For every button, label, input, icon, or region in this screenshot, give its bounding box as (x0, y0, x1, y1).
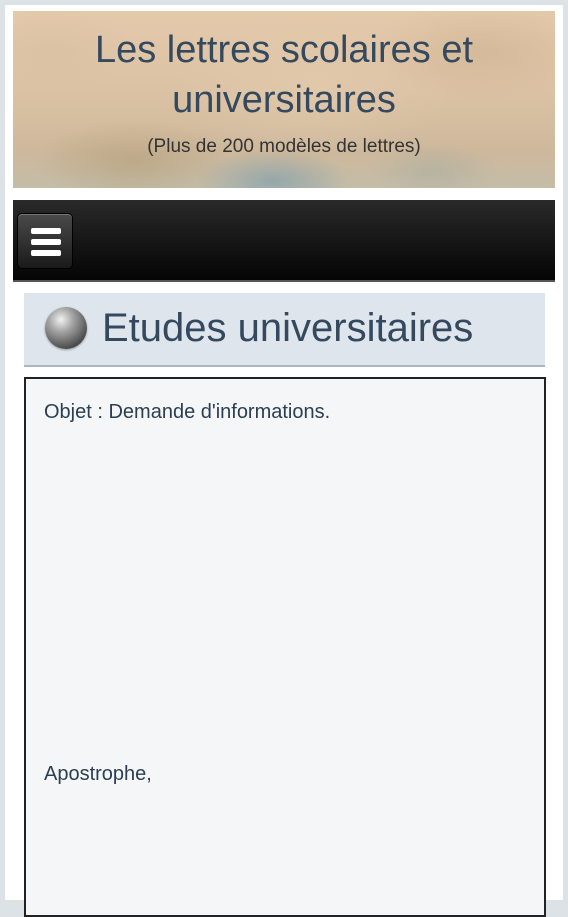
site-title[interactable]: Les lettres scolaires et universitaires (13, 25, 555, 125)
navigation-bar (13, 200, 555, 282)
letter-content-box: Objet : Demande d'informations. Apostrop… (24, 377, 546, 917)
letter-object-line: Objet : Demande d'informations. (44, 401, 331, 423)
menu-button[interactable] (17, 213, 73, 269)
page: Les lettres scolaires et universitaires … (5, 5, 563, 917)
site-subtitle: (Plus de 200 modèles de lettres) (147, 136, 421, 157)
section-title: Etudes universitaires (102, 306, 474, 350)
sphere-bullet-icon (45, 307, 87, 349)
header-banner: Les lettres scolaires et universitaires … (13, 11, 555, 188)
letter-salutation: Apostrophe, (44, 763, 152, 785)
section-header: Etudes universitaires (24, 293, 545, 367)
